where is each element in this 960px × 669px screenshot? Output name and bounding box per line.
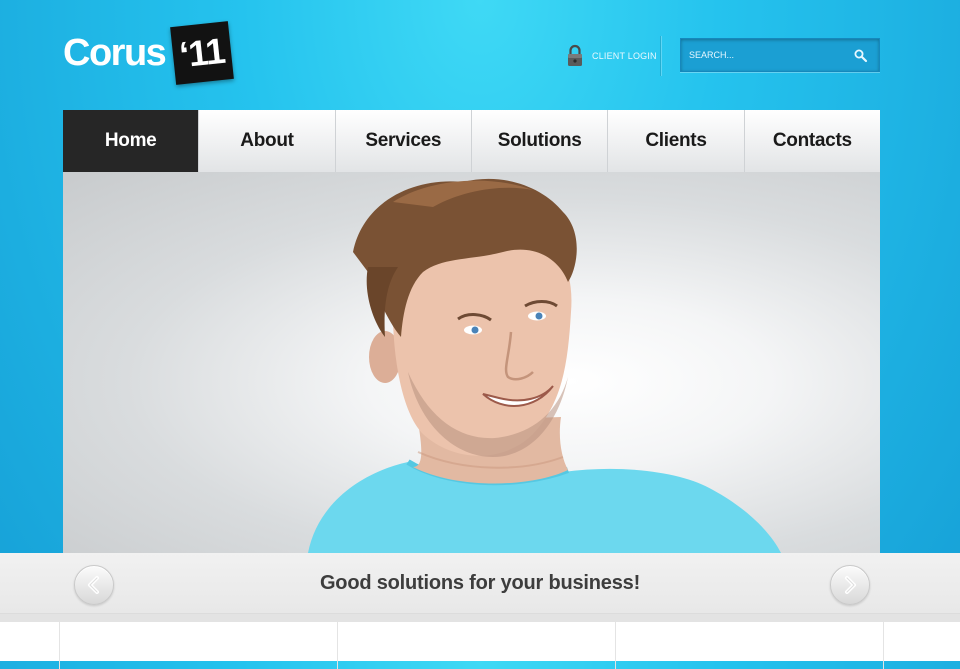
nav-item-services[interactable]: Services [334,110,471,172]
search-box [680,38,880,72]
site-logo[interactable]: Corus ‘11 [63,20,235,86]
lock-icon [566,44,584,68]
footer-column-divider [883,622,884,669]
nav-item-solutions[interactable]: Solutions [470,110,608,172]
nav-item-contacts[interactable]: Contacts [743,110,880,172]
footer-columns [0,614,960,669]
footer-column-divider [615,622,616,669]
nav-item-clients[interactable]: Clients [607,110,744,172]
client-login-label: CLIENT LOGIN [592,51,657,61]
nav-item-home[interactable]: Home [63,110,199,172]
header-divider [660,36,661,76]
slider-next-button[interactable] [830,565,870,605]
client-login-link[interactable]: CLIENT LOGIN [566,44,657,68]
hero-image [308,178,781,553]
main-nav: Home About Services Solutions Clients Co… [63,110,880,172]
hero-slider [63,172,880,553]
footer-column-divider [337,622,338,669]
logo-wordmark: Corus [63,31,167,74]
logo-year-badge: ‘11 [170,21,235,85]
nav-item-about[interactable]: About [198,110,335,172]
search-input[interactable] [681,39,841,71]
footer-column-divider [59,622,60,669]
search-icon[interactable] [853,48,869,64]
slider-caption: Good solutions for your business! [319,572,641,594]
chevron-right-icon [845,576,856,594]
slider-caption-bar: Good solutions for your business! [0,553,960,614]
